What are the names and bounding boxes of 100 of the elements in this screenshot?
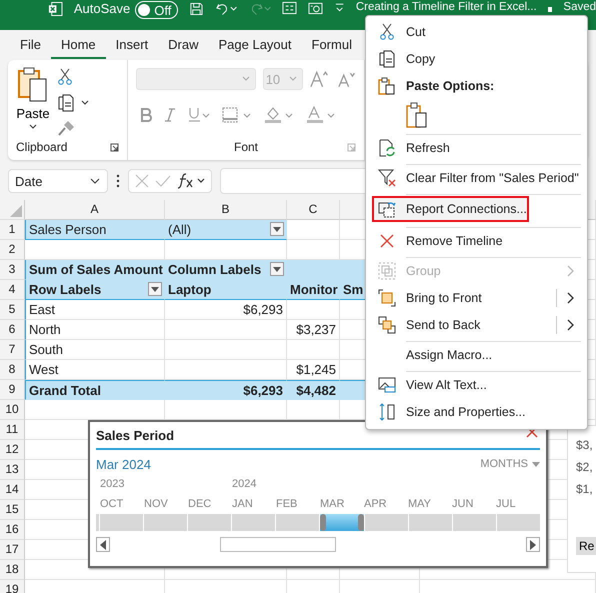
menu-item[interactable]: Send to Back	[370, 311, 583, 338]
row-number[interactable]: 2	[0, 240, 25, 260]
row-number[interactable]: 10	[0, 400, 25, 420]
cell-text: $3,237	[296, 322, 336, 337]
caret-icon	[240, 75, 251, 83]
select-all-icon[interactable]	[10, 205, 22, 217]
caret-icon[interactable]	[80, 99, 90, 107]
cancel-icon[interactable]	[135, 174, 149, 188]
ribbon-tab[interactable]: File	[10, 31, 51, 59]
row-number[interactable]: 17	[0, 540, 25, 560]
selected-period-bar[interactable]	[320, 514, 364, 531]
cell-text: South	[29, 342, 63, 357]
scroll-left-button[interactable]	[96, 537, 110, 552]
menu-item[interactable]: Assign Macro...	[370, 338, 583, 368]
cell-text: Monitor	[290, 282, 338, 297]
row-number[interactable]: 19	[0, 580, 25, 593]
caret-icon	[273, 226, 281, 232]
row-number[interactable]: 16	[0, 520, 25, 540]
borders-icon[interactable]	[222, 107, 252, 123]
row-number[interactable]: 5	[0, 300, 25, 320]
autosave-toggle[interactable]: Off	[135, 1, 178, 19]
cut-icon[interactable]	[58, 68, 72, 86]
italic-icon[interactable]	[164, 108, 176, 122]
name-box[interactable]: Date	[8, 169, 108, 193]
report-connections-icon	[378, 200, 396, 218]
time-level-dropdown[interactable]: MONTHS	[480, 458, 540, 470]
paste-option-icon[interactable]	[406, 102, 428, 128]
row-number[interactable]: 9	[0, 380, 25, 400]
month-label: JUN	[452, 498, 474, 510]
size-properties-icon	[378, 402, 396, 420]
month-label: NOV	[144, 498, 169, 510]
selected-period-label: Mar 2024	[96, 456, 151, 472]
fill-color-icon[interactable]	[264, 106, 294, 124]
autosave-label: AutoSave	[74, 1, 130, 16]
menu-item[interactable]: Copy	[370, 45, 583, 72]
cell-text: Sales Person	[29, 222, 106, 237]
month-label: JAN	[232, 498, 254, 510]
customize-icon[interactable]	[334, 1, 345, 13]
row-number[interactable]: 18	[0, 560, 25, 580]
copy-icon[interactable]	[58, 94, 74, 112]
enter-icon[interactable]	[155, 174, 171, 188]
row-number[interactable]: 6	[0, 320, 25, 340]
scroll-right-button[interactable]	[526, 537, 540, 552]
caret-icon	[532, 462, 540, 466]
bring-to-front-icon	[378, 288, 396, 306]
copy-icon	[378, 50, 396, 68]
column-header[interactable]: C	[287, 200, 340, 220]
ribbon-tab[interactable]: Page Layout	[208, 31, 302, 59]
row-number[interactable]: 1	[0, 220, 25, 240]
year-label: 2024	[232, 478, 258, 492]
undo-icon[interactable]	[215, 1, 238, 17]
row-number[interactable]: 3	[0, 260, 25, 280]
menu-item[interactable]: Cut	[370, 18, 583, 45]
ribbon-tab[interactable]: Draw	[158, 31, 208, 59]
month-label: APR	[364, 498, 388, 510]
column-header[interactable]: A	[25, 200, 165, 220]
filter-dropdown-button[interactable]	[148, 282, 162, 296]
save-status: Saved	[563, 1, 596, 13]
menu-item[interactable]: Bring to Front	[370, 284, 583, 311]
increase-font-size-icon[interactable]	[310, 70, 330, 88]
menu-item[interactable]: View Alt Text...	[370, 368, 583, 398]
format-painter-icon[interactable]	[58, 120, 76, 136]
row-number[interactable]: 8	[0, 360, 25, 380]
ribbon-tab[interactable]: Formul	[302, 31, 362, 59]
filter-dropdown-button[interactable]	[270, 222, 284, 236]
camera-icon[interactable]	[308, 1, 323, 15]
menu-item[interactable]: Remove Timeline	[370, 224, 583, 254]
scrollbar-thumb[interactable]	[220, 537, 336, 552]
more-options-icon[interactable]	[116, 174, 120, 188]
filter-dropdown-button[interactable]	[270, 262, 284, 276]
font-color-icon[interactable]	[306, 106, 336, 124]
clear-filter-icon	[378, 168, 396, 186]
column-header[interactable]: B	[165, 200, 287, 220]
row-number[interactable]: 13	[0, 460, 25, 480]
refresh-icon	[378, 138, 396, 156]
row-number[interactable]: 14	[0, 480, 25, 500]
form-icon[interactable]	[282, 1, 297, 15]
insert-function-icon[interactable]	[177, 173, 207, 189]
chart-filter-button[interactable]: Re	[576, 537, 596, 555]
group-label: Clipboard	[16, 140, 68, 154]
cell-text: $6,293	[243, 382, 283, 398]
paste-button[interactable]: Paste	[16, 66, 50, 138]
underline-icon[interactable]	[188, 107, 210, 123]
save-icon[interactable]	[189, 1, 204, 17]
bold-icon[interactable]	[140, 108, 152, 122]
dialog-launcher-icon[interactable]	[110, 142, 119, 152]
menu-item[interactable]: Size and Properties...	[370, 398, 583, 425]
menu-item[interactable]: Clear Filter from "Sales Period"	[370, 161, 583, 191]
decrease-font-size-icon[interactable]	[336, 70, 356, 88]
menu-item[interactable]: Refresh	[370, 131, 583, 161]
ribbon-tab[interactable]: Insert	[106, 31, 158, 59]
month-label: JUL	[496, 498, 517, 510]
row-number[interactable]: 15	[0, 500, 25, 520]
group-icon	[378, 262, 396, 280]
font-size-value: 10	[266, 72, 280, 86]
row-number[interactable]: 4	[0, 280, 25, 300]
axis-label: $3,	[576, 438, 594, 452]
row-number[interactable]: 7	[0, 340, 25, 360]
row-number[interactable]: 12	[0, 440, 25, 460]
row-number[interactable]: 11	[0, 420, 25, 440]
